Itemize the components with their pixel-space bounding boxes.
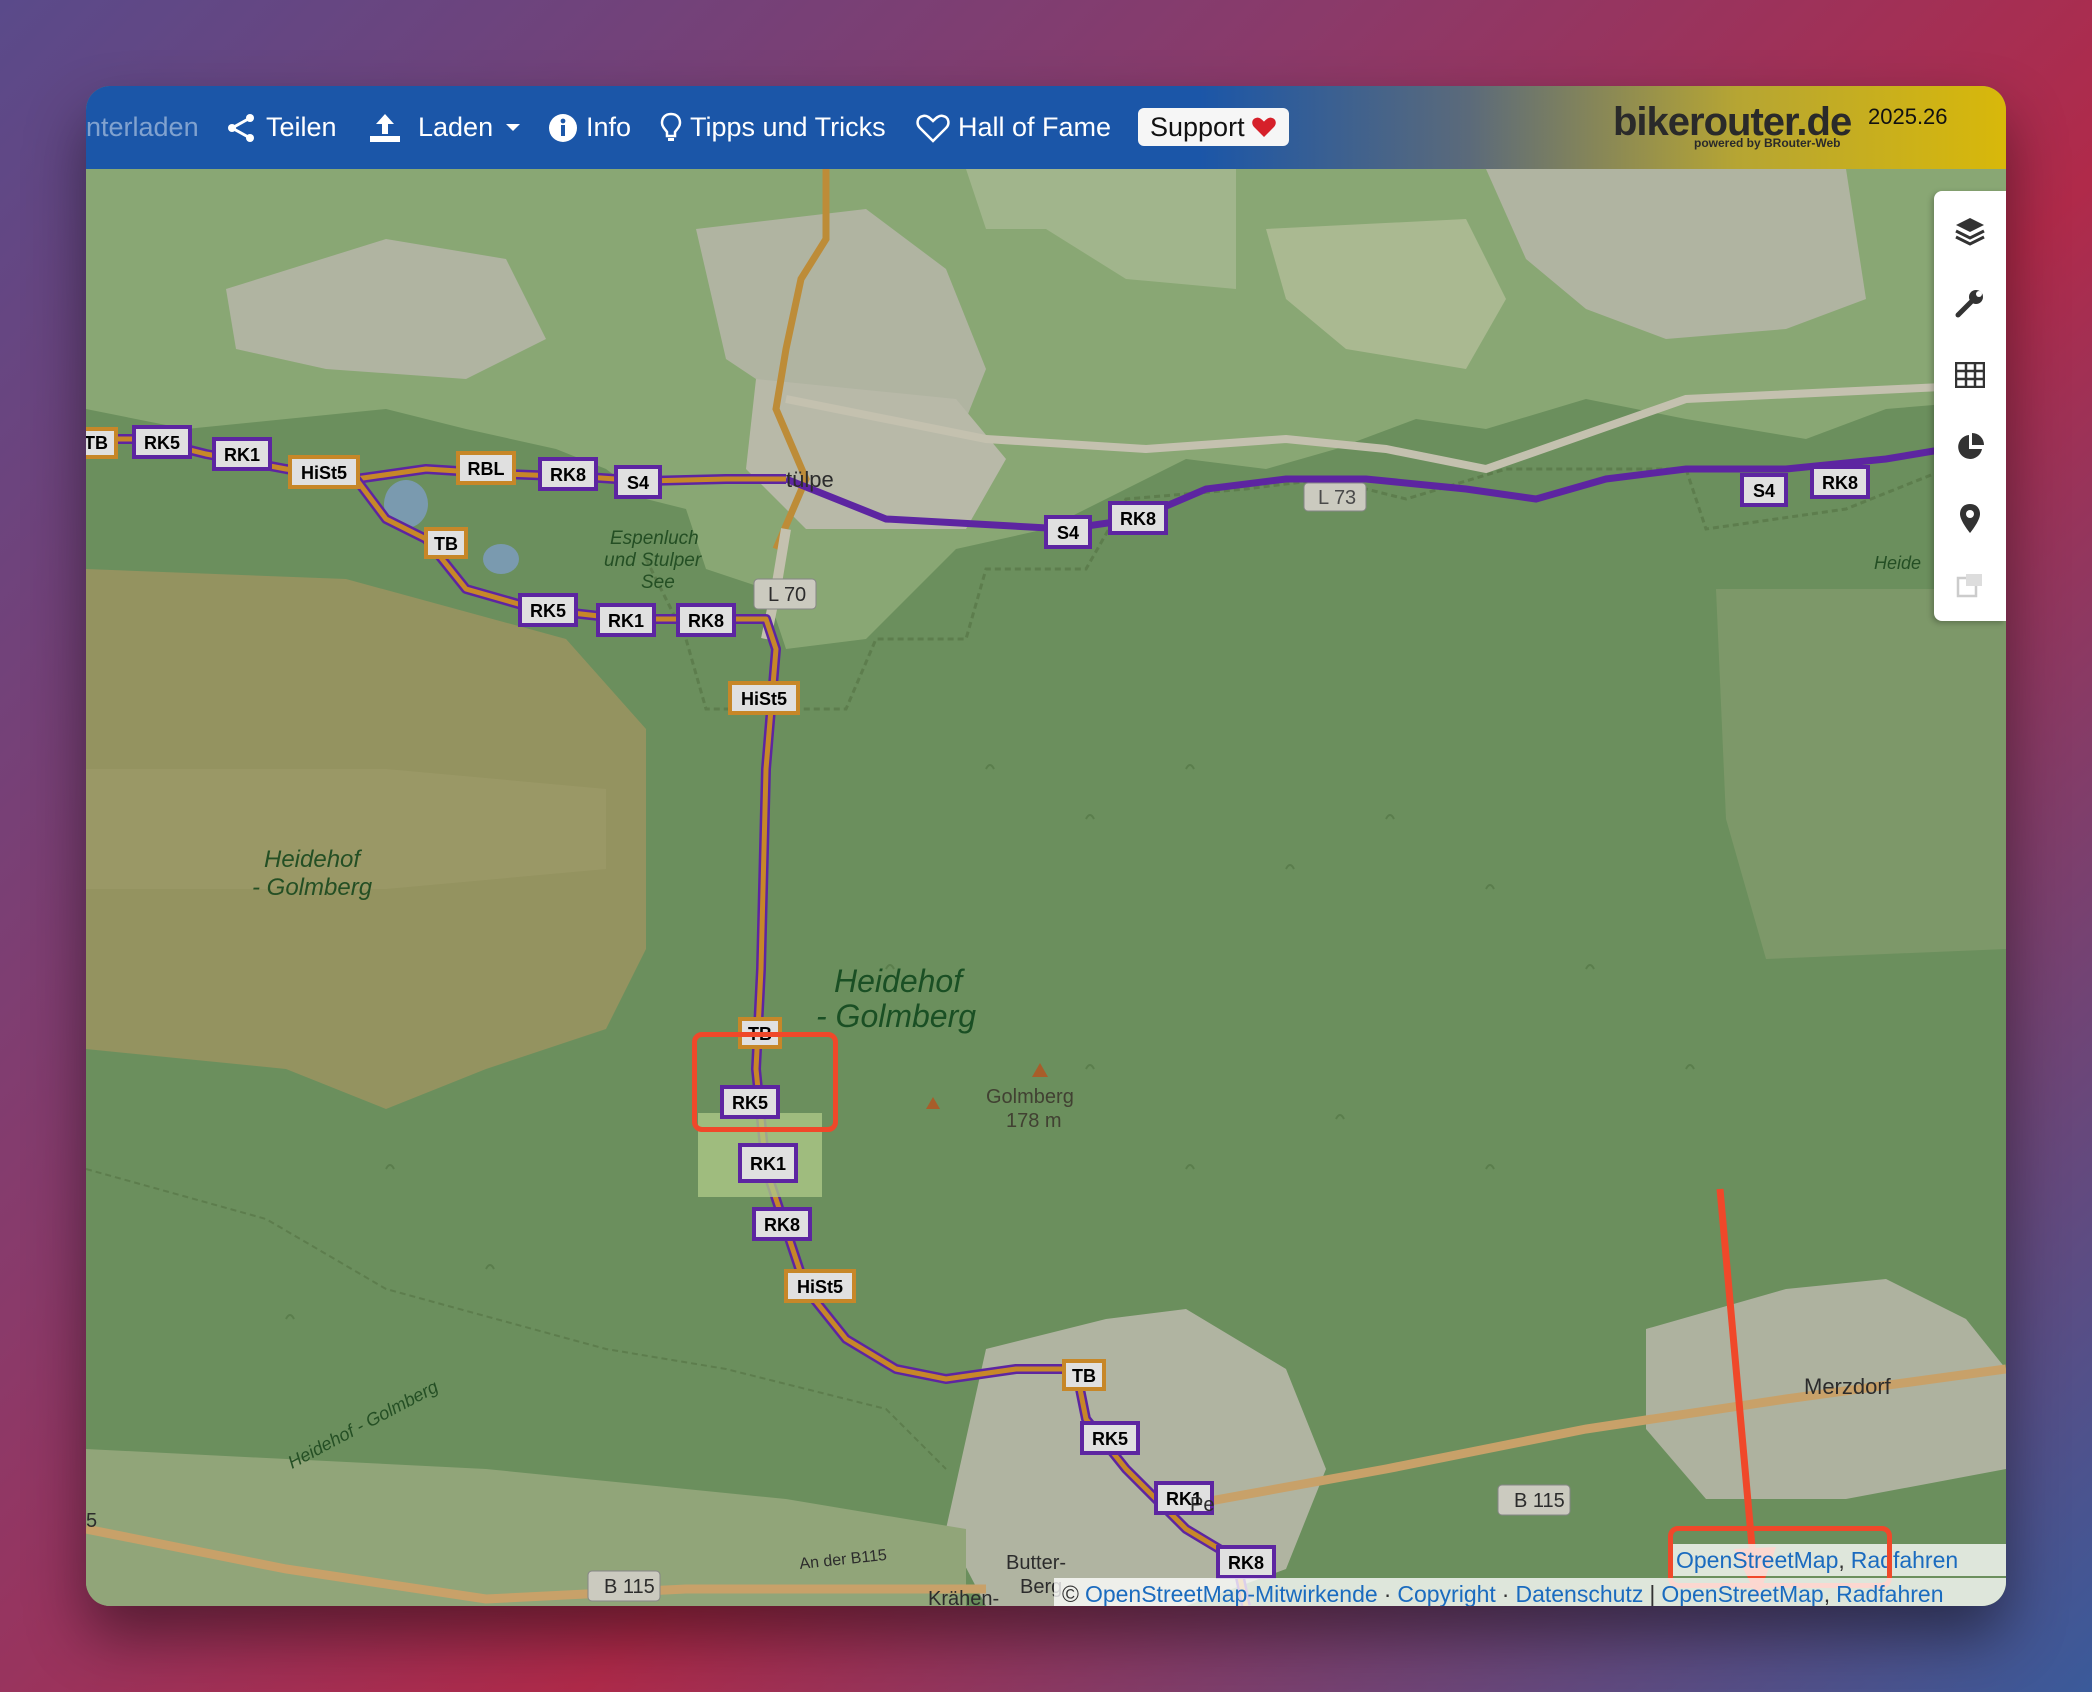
layers-icon xyxy=(1955,218,1985,246)
heart-outline-icon xyxy=(916,114,950,143)
attribution-bar: © OpenStreetMap-Mitwirkende · Copyright … xyxy=(1054,1578,2006,1606)
export-icon xyxy=(1956,574,1982,598)
map-pin-icon xyxy=(1960,504,1980,533)
top-navbar: nterladen Teilen Laden Info Tipps und Tr… xyxy=(86,86,2006,169)
brand-subtitle: powered by BRouter-Web xyxy=(1694,136,1841,150)
privacy-link[interactable]: Datenschutz xyxy=(1515,1581,1643,1607)
highlight-box-rk1 xyxy=(692,1032,838,1132)
map-sidebar xyxy=(1934,191,2006,621)
caret-down-icon xyxy=(506,123,521,131)
contributors-link[interactable]: OpenStreetMap-Mitwirkende xyxy=(1085,1581,1378,1607)
share-label: Teilen xyxy=(266,112,337,142)
layers-button[interactable] xyxy=(1934,201,2006,261)
pie-chart-icon xyxy=(1958,433,1984,459)
wrench-icon xyxy=(1955,290,1983,318)
hall-of-fame-button[interactable]: Hall of Fame xyxy=(916,86,1111,169)
info-label: Info xyxy=(586,112,632,142)
download-button[interactable]: nterladen xyxy=(86,86,199,169)
download-label: nterladen xyxy=(86,112,199,142)
separator-comma: , xyxy=(1823,1580,1831,1607)
support-label: Support xyxy=(1150,111,1245,142)
upload-icon xyxy=(370,113,400,142)
radfahren-link[interactable]: Radfahren xyxy=(1836,1581,1943,1607)
map-canvas[interactable]: TB RK5 RK1 HiSt5 RBL RK8 S4 TB RK5 RK1 R… xyxy=(86,169,2006,1606)
heart-icon xyxy=(1251,117,1276,137)
table-icon xyxy=(1955,362,1985,388)
browser-window: nterladen Teilen Laden Info Tipps und Tr… xyxy=(86,86,2006,1606)
settings-button[interactable] xyxy=(1934,273,2006,333)
tips-label: Tipps und Tricks xyxy=(690,112,886,142)
export-button[interactable] xyxy=(1934,555,2006,615)
tips-button[interactable]: Tipps und Tricks xyxy=(660,86,886,169)
hall-label: Hall of Fame xyxy=(958,112,1112,142)
separator-bar: | xyxy=(1649,1580,1656,1607)
osm-link[interactable]: OpenStreetMap xyxy=(1661,1581,1823,1607)
support-button[interactable]: Support xyxy=(1138,108,1289,146)
share-icon xyxy=(228,113,254,142)
poi-button[interactable] xyxy=(1934,489,2006,549)
version-label: 2025.26 xyxy=(1868,104,1948,129)
copyright-symbol: © xyxy=(1062,1580,1079,1607)
lightbulb-icon xyxy=(660,112,682,141)
load-dropdown[interactable]: Laden xyxy=(368,86,529,169)
table-button[interactable] xyxy=(1934,345,2006,405)
copyright-link[interactable]: Copyright xyxy=(1397,1581,1495,1607)
separator-dot: · xyxy=(1501,1580,1510,1607)
separator-dot: · xyxy=(1383,1580,1392,1607)
analysis-button[interactable] xyxy=(1934,417,2006,477)
load-label: Laden xyxy=(418,112,494,142)
info-icon xyxy=(549,113,577,142)
share-button[interactable]: Teilen xyxy=(226,86,337,169)
info-button[interactable]: Info xyxy=(548,86,631,169)
